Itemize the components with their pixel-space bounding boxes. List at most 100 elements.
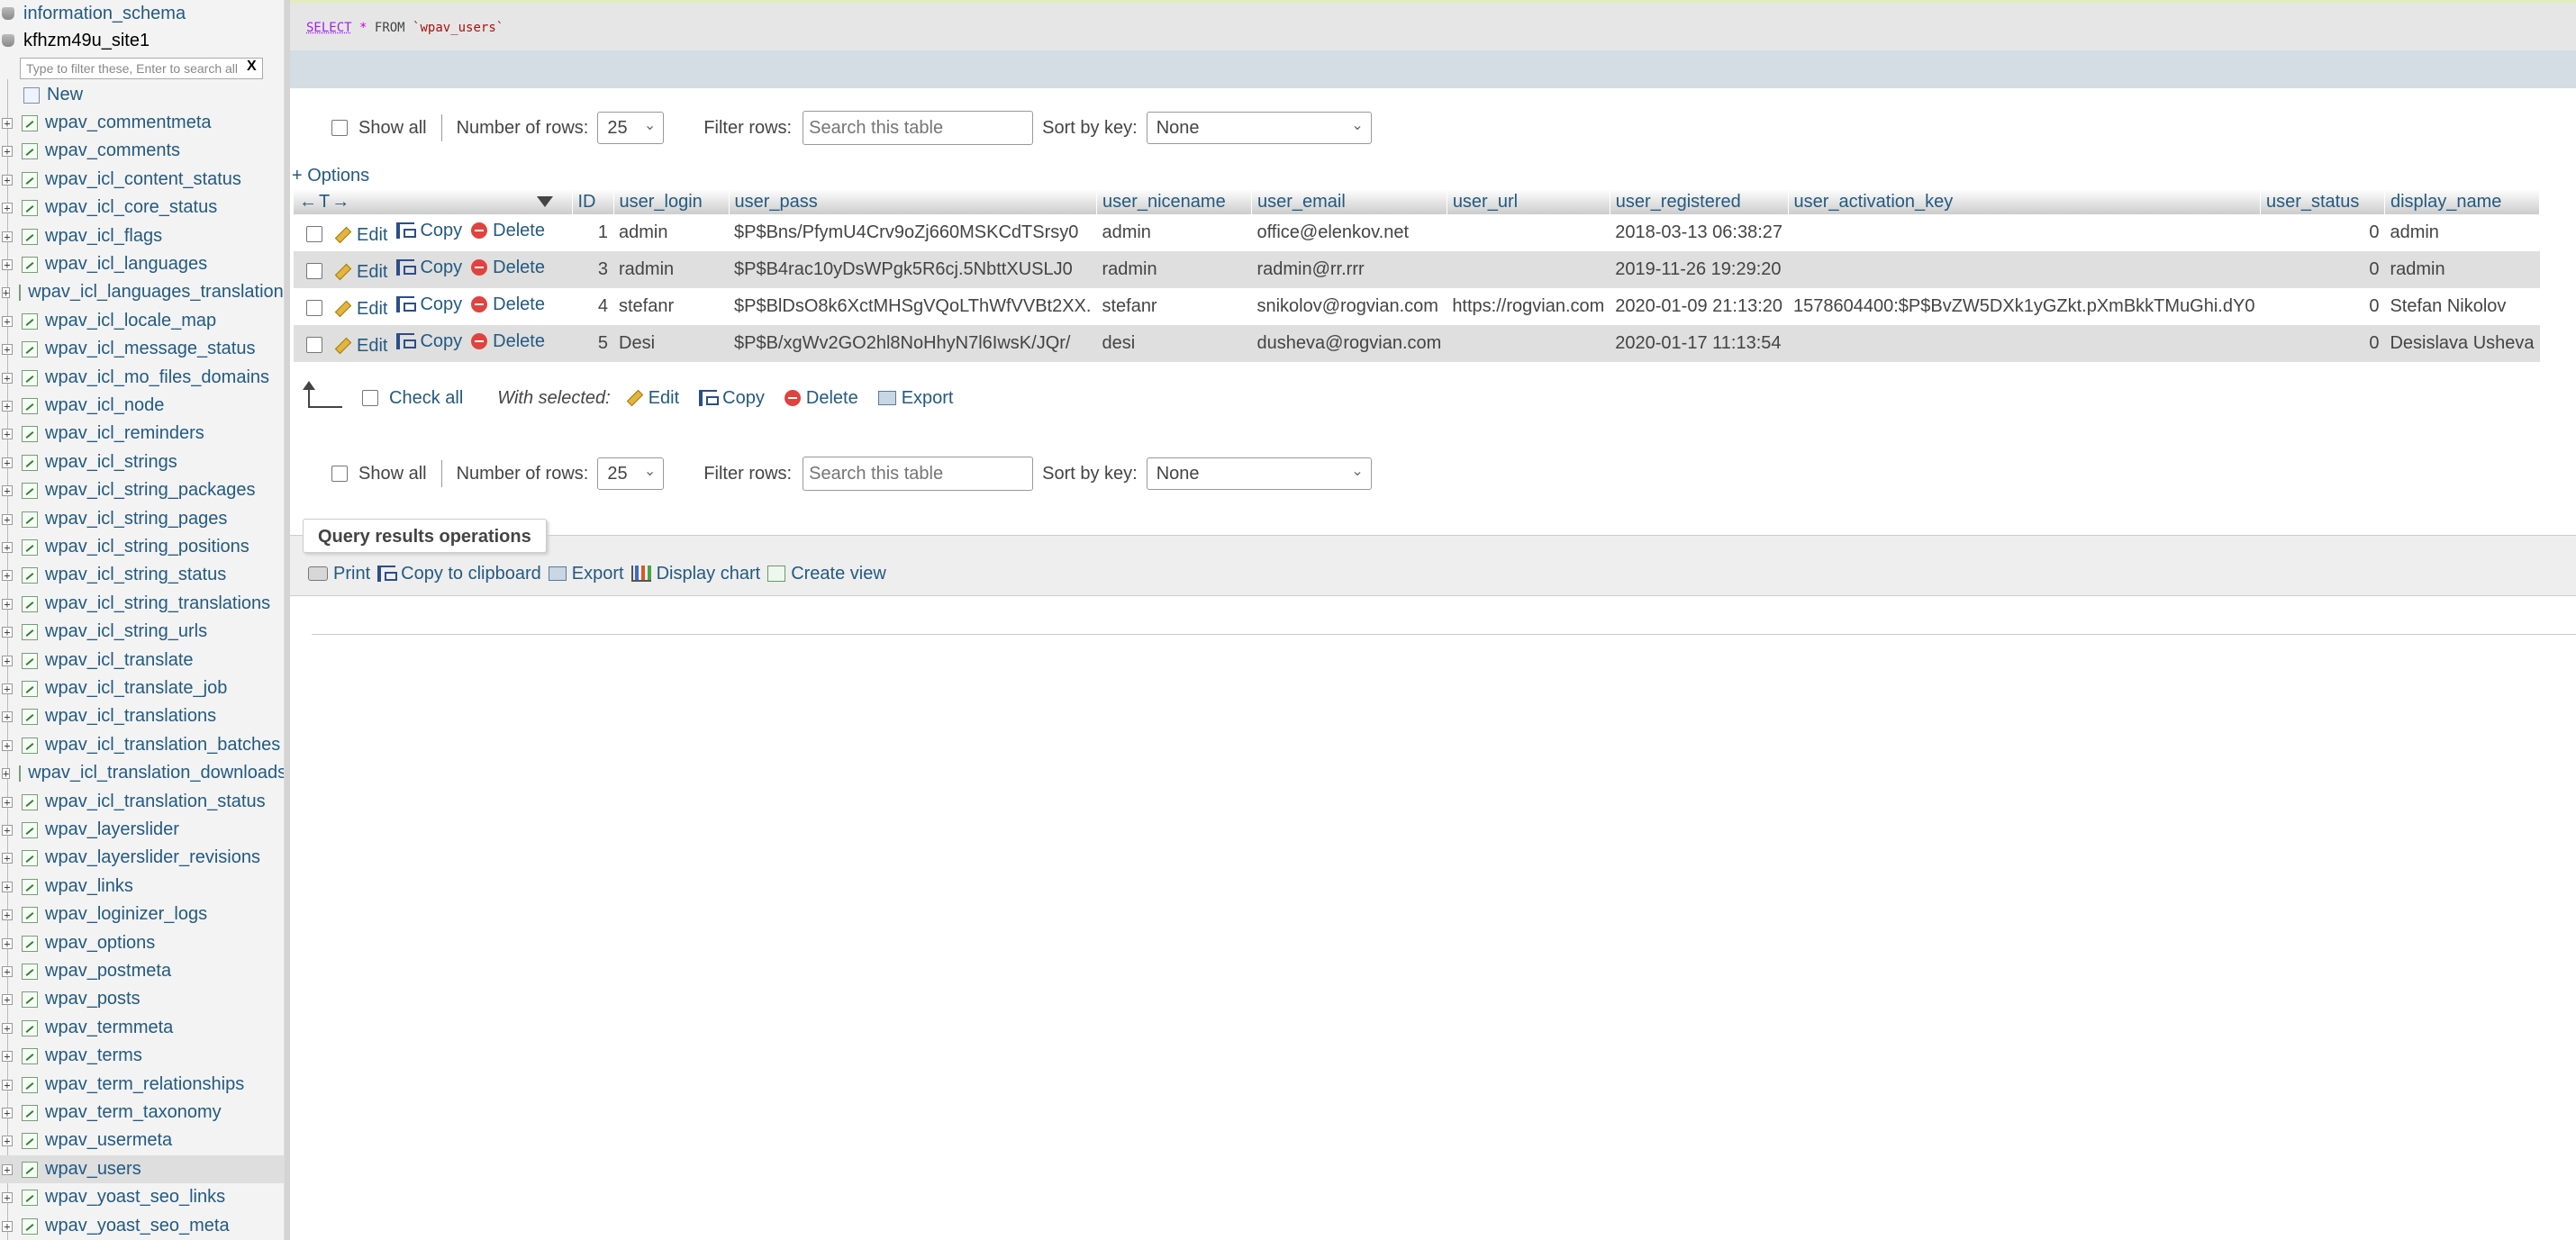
row-delete-button[interactable]: Delete: [471, 331, 545, 352]
clear-filter-button[interactable]: X: [247, 59, 257, 75]
sidebar-table-item[interactable]: + wpav_icl_string_packages: [0, 476, 284, 504]
cell-user-pass[interactable]: $P$BlDsO8k6XctMHSgVQoLThWfVVBt2XX.: [729, 288, 1097, 325]
expand-icon[interactable]: +: [2, 1163, 13, 1175]
sidebar-table-item[interactable]: + wpav_yoast_seo_meta: [0, 1212, 284, 1240]
sidebar-table-item[interactable]: + wpav_comments: [0, 137, 284, 165]
expand-icon[interactable]: +: [2, 428, 13, 439]
row-edit-button[interactable]: Edit: [334, 262, 387, 283]
cell-user-login[interactable]: stefanr: [613, 288, 729, 325]
expand-icon[interactable]: +: [2, 1107, 13, 1118]
expand-icon[interactable]: +: [2, 343, 13, 355]
expand-icon[interactable]: +: [2, 117, 13, 129]
cell-user-url[interactable]: https://rogvian.com: [1447, 288, 1610, 325]
cell-user-url[interactable]: [1447, 251, 1610, 288]
tree-filter-input[interactable]: Type to filter these, Enter to search al…: [20, 58, 263, 79]
sidebar-table-item[interactable]: + wpav_icl_core_status: [0, 194, 284, 222]
print-button[interactable]: Print: [308, 564, 370, 584]
sidebar-table-item[interactable]: + wpav_icl_node: [0, 392, 284, 420]
expand-icon[interactable]: +: [2, 569, 13, 581]
cell-user-activation-key[interactable]: [1788, 214, 2261, 251]
bulk-edit-button[interactable]: Edit: [626, 388, 679, 409]
row-copy-button[interactable]: Copy: [396, 294, 462, 315]
col-header-display-name[interactable]: display_name: [2384, 189, 2541, 214]
db-information-schema[interactable]: information_schema: [0, 0, 284, 27]
cell-user-email[interactable]: dusheva@rogvian.com: [1251, 325, 1447, 362]
expand-icon[interactable]: +: [2, 767, 11, 779]
cell-user-nicename[interactable]: radmin: [1096, 251, 1252, 288]
expand-icon[interactable]: +: [2, 400, 13, 412]
sidebar-table-item[interactable]: + wpav_options: [0, 929, 284, 957]
expand-icon[interactable]: +: [2, 457, 13, 468]
expand-icon[interactable]: +: [2, 993, 13, 1005]
cell-display-name[interactable]: Stefan Nikolov: [2384, 288, 2540, 325]
col-header-user-registered[interactable]: user_registered: [1610, 189, 1789, 214]
rows-select[interactable]: 25 ⌄: [597, 112, 665, 144]
row-checkbox[interactable]: [306, 262, 322, 279]
sidebar-table-item[interactable]: + wpav_posts: [0, 985, 284, 1013]
expand-icon[interactable]: +: [2, 683, 13, 694]
expand-icon[interactable]: +: [2, 1220, 13, 1232]
row-copy-button[interactable]: Copy: [396, 221, 462, 241]
sidebar-table-item[interactable]: + wpav_icl_translation_status: [0, 788, 284, 816]
export-button[interactable]: Export: [548, 564, 624, 584]
cell-user-url[interactable]: [1447, 214, 1610, 251]
col-header-user-login[interactable]: user_login: [613, 189, 730, 214]
expand-icon[interactable]: +: [2, 1050, 13, 1062]
sidebar-table-item[interactable]: + wpav_icl_content_status: [0, 166, 284, 194]
sidebar-table-item[interactable]: + wpav_icl_mo_files_domains: [0, 364, 284, 392]
expand-icon[interactable]: +: [2, 145, 13, 157]
sidebar-table-item[interactable]: + wpav_commentmeta: [0, 109, 284, 137]
cell-user-email[interactable]: radmin@rr.rrr: [1251, 251, 1447, 288]
db-kfhzm49u-site1[interactable]: kfhzm49u_site1: [0, 27, 284, 54]
new-table-item[interactable]: New: [0, 81, 284, 109]
expand-icon[interactable]: +: [2, 286, 11, 298]
expand-icon[interactable]: +: [2, 598, 13, 610]
bulk-delete-button[interactable]: Delete: [784, 388, 858, 409]
sidebar-table-item[interactable]: + wpav_terms: [0, 1042, 284, 1070]
cell-user-registered[interactable]: 2020-01-17 11:13:54: [1610, 325, 1788, 362]
expand-icon[interactable]: +: [2, 541, 13, 553]
expand-icon[interactable]: +: [2, 1135, 13, 1146]
cell-user-login[interactable]: Desi: [613, 325, 729, 362]
cell-display-name[interactable]: admin: [2384, 214, 2540, 251]
col-header-id[interactable]: ID: [572, 189, 614, 214]
cell-user-nicename[interactable]: desi: [1096, 325, 1252, 362]
expand-icon[interactable]: +: [2, 484, 13, 496]
col-header-user-status[interactable]: user_status: [2260, 189, 2385, 214]
row-edit-button[interactable]: Edit: [334, 225, 387, 246]
sidebar-table-item[interactable]: + wpav_termmeta: [0, 1014, 284, 1042]
sidebar-table-item[interactable]: + wpav_icl_strings: [0, 448, 284, 476]
cell-user-activation-key[interactable]: [1788, 325, 2261, 362]
sidebar-table-item[interactable]: + wpav_icl_translation_batches: [0, 731, 284, 759]
cell-user-email[interactable]: office@elenkov.net: [1251, 214, 1447, 251]
sidebar-table-item[interactable]: + wpav_loginizer_logs: [0, 901, 284, 928]
expand-icon[interactable]: +: [2, 711, 13, 722]
cell-user-activation-key[interactable]: 1578604400:$P$BvZW5DXk1yGZkt.pXmBkkTMuGh…: [1788, 288, 2261, 325]
sidebar-table-item[interactable]: + wpav_term_relationships: [0, 1071, 284, 1099]
sidebar-table-item[interactable]: + wpav_icl_translations: [0, 702, 284, 730]
cell-user-status[interactable]: 0: [2260, 251, 2385, 288]
expand-icon[interactable]: +: [2, 372, 13, 384]
cell-ID[interactable]: 3: [572, 251, 613, 288]
expand-icon[interactable]: +: [2, 909, 13, 920]
expand-icon[interactable]: +: [2, 937, 13, 949]
cell-user-registered[interactable]: 2018-03-13 06:38:27: [1610, 214, 1788, 251]
sidebar-table-item[interactable]: + wpav_layerslider_revisions: [0, 844, 284, 872]
expand-icon[interactable]: +: [2, 174, 13, 186]
cell-user-pass[interactable]: $P$Bns/PfymU4Crv9oZj660MSKCdTSrsy0: [729, 214, 1097, 251]
cell-display-name[interactable]: Desislava Usheva: [2384, 325, 2540, 362]
sort-key-select-bottom[interactable]: None ⌄: [1146, 457, 1372, 490]
bulk-copy-button[interactable]: Copy: [699, 388, 765, 409]
expand-icon[interactable]: +: [2, 258, 13, 270]
sidebar-table-item[interactable]: + wpav_icl_reminders: [0, 420, 284, 448]
sidebar-table-item[interactable]: + wpav_icl_languages_translations: [0, 278, 284, 306]
sidebar-table-item[interactable]: + wpav_usermeta: [0, 1127, 284, 1154]
expand-icon[interactable]: +: [2, 202, 13, 213]
create-view-button[interactable]: Create view: [767, 564, 886, 584]
cell-user-status[interactable]: 0: [2260, 325, 2385, 362]
sidebar-table-item[interactable]: + wpav_icl_message_status: [0, 335, 284, 363]
row-copy-button[interactable]: Copy: [396, 258, 462, 278]
column-arrows-icon[interactable]: ←T→: [299, 192, 351, 212]
sort-key-select[interactable]: None ⌄: [1146, 112, 1372, 144]
expand-icon[interactable]: +: [2, 1022, 13, 1034]
